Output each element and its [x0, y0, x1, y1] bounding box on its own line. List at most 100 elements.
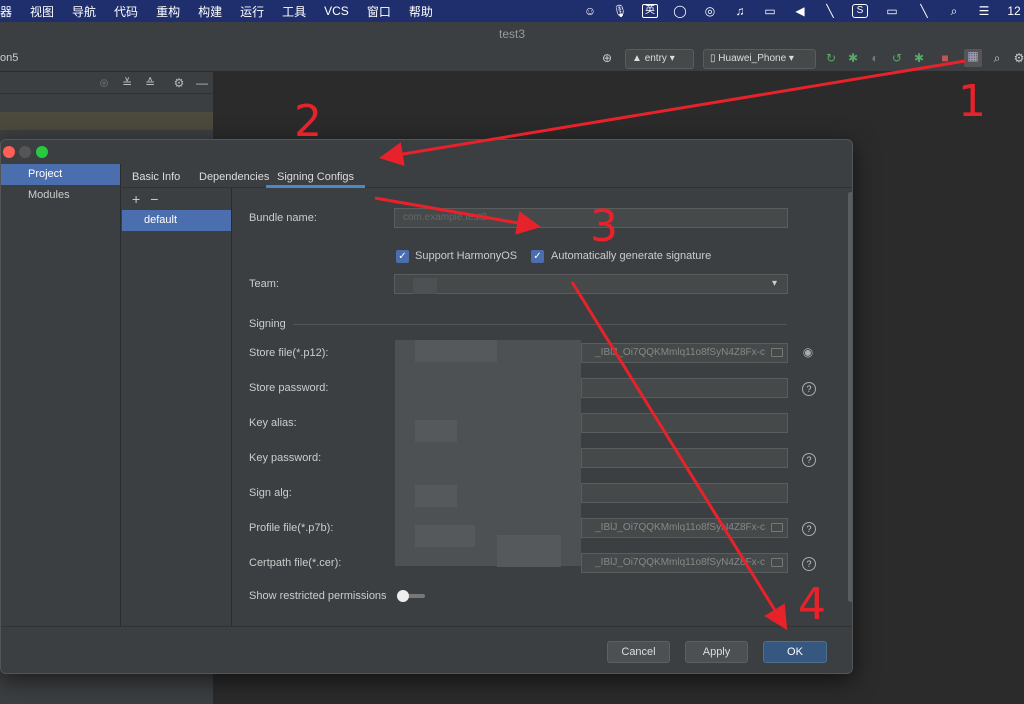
search-icon[interactable]: ⌕ — [990, 51, 1004, 65]
cancel-button[interactable]: Cancel — [607, 641, 670, 663]
menu-item-view[interactable]: 视图 — [21, 3, 63, 20]
apply-button[interactable]: Apply — [685, 641, 748, 663]
team-label: Team: — [249, 278, 279, 290]
menu-item-partial[interactable]: 器 — [0, 3, 21, 20]
input-method-icon[interactable]: 英 — [642, 4, 658, 18]
apply-changes-icon[interactable]: ↺ — [890, 51, 904, 65]
collapse-all-icon[interactable]: ≙ — [143, 76, 157, 90]
battery-icon[interactable]: ▭ — [882, 4, 902, 18]
menu-item-tools[interactable]: 工具 — [273, 3, 315, 20]
menu-item-help[interactable]: 帮助 — [400, 3, 442, 20]
folder-icon[interactable] — [771, 523, 783, 532]
minimize-window-button[interactable] — [19, 146, 31, 158]
close-window-button[interactable] — [3, 146, 15, 158]
debug-icon[interactable]: ✱ — [846, 51, 860, 65]
minimize-icon[interactable]: — — [195, 76, 209, 90]
remove-config-button[interactable]: − — [150, 191, 168, 207]
stop-icon[interactable]: ■ — [938, 51, 952, 65]
folder-icon[interactable] — [771, 348, 783, 357]
ok-button[interactable]: OK — [763, 641, 827, 663]
gear-icon[interactable]: ⚙ — [1012, 51, 1024, 65]
run-icon[interactable]: ↻ — [824, 51, 838, 65]
profile-file-value: _IBlJ_Oi7QQKMmlq11o8fSyN4Z8Fx-c — [595, 522, 765, 533]
attach-icon[interactable]: ◐ — [868, 51, 882, 65]
profile-file-label: Profile file(*.p7b): — [249, 522, 334, 534]
store-file-label: Store file(*.p12): — [249, 347, 329, 359]
spotlight-search-icon[interactable]: ⌕ — [946, 4, 962, 18]
target-icon[interactable]: ⊕ — [600, 51, 614, 65]
store-password-field[interactable] — [581, 378, 788, 398]
nav-item-project[interactable]: Project — [1, 164, 120, 185]
store-file-field[interactable]: _IBlJ_Oi7QQKMmlq11o8fSyN4Z8Fx-c — [581, 343, 788, 363]
window-title-bar: test3 — [0, 22, 1024, 46]
project-name[interactable]: on5 — [0, 52, 18, 64]
show-restricted-toggle[interactable] — [397, 589, 425, 603]
certpath-file-field[interactable]: _IBlJ_Oi7QQKMmlq11o8fSyN4Z8Fx-c — [581, 553, 788, 573]
phone-icon: ▯ — [710, 53, 716, 64]
fingerprint-icon[interactable]: ◉ — [801, 345, 815, 359]
team-dropdown[interactable]: ▾ — [394, 274, 788, 294]
control-center-icon[interactable]: ☰ — [976, 4, 992, 18]
support-harmonyos-checkbox[interactable]: ✓ — [396, 250, 409, 263]
module-combo[interactable]: ▲ entry ▾ — [625, 49, 694, 69]
profile-icon[interactable]: ✱ — [912, 51, 926, 65]
sign-alg-field[interactable] — [581, 483, 788, 503]
signing-divider — [293, 324, 787, 325]
wechat-icon[interactable]: ◎ — [702, 4, 718, 18]
project-structure-icon[interactable]: ▦ — [964, 49, 982, 67]
menu-item-code[interactable]: 代码 — [105, 3, 147, 20]
redacted-block — [415, 525, 475, 547]
profile-file-field[interactable]: _IBlJ_Oi7QQKMmlq11o8fSyN4Z8Fx-c — [581, 518, 788, 538]
annotation-number-1: 1 — [958, 76, 986, 127]
menu-item-window[interactable]: 窗口 — [358, 3, 400, 20]
menu-item-refactor[interactable]: 重构 — [147, 3, 189, 20]
menu-item-navigate[interactable]: 导航 — [63, 3, 105, 20]
dialog-title-bar — [1, 140, 852, 164]
bell-icon[interactable]: ♫ — [732, 4, 748, 18]
volume-icon[interactable]: ◀ — [792, 4, 808, 18]
auto-signature-checkbox[interactable]: ✓ — [531, 250, 544, 263]
microphone-icon[interactable]: 🎙 — [612, 4, 628, 18]
zoom-window-button[interactable] — [36, 146, 48, 158]
help-icon[interactable]: ? — [802, 382, 816, 396]
help-icon[interactable]: ? — [802, 557, 816, 571]
add-config-button[interactable]: + — [132, 191, 150, 207]
menu-item-build[interactable]: 构建 — [189, 3, 231, 20]
redacted-block — [415, 485, 457, 507]
bundle-name-value: com.example.test3 — [403, 212, 487, 223]
key-password-label: Key password: — [249, 452, 322, 464]
menu-item-vcs[interactable]: VCS — [315, 4, 358, 18]
tree-row-selected[interactable] — [0, 112, 213, 130]
device-combo[interactable]: ▯ Huawei_Phone ▾ — [703, 49, 816, 69]
certpath-file-value: _IBlJ_Oi7QQKMmlq11o8fSyN4Z8Fx-c — [595, 557, 765, 568]
menu-item-run[interactable]: 运行 — [231, 3, 273, 20]
tab-dependencies[interactable]: Dependencies — [199, 164, 269, 188]
macos-menubar: 器 视图 导航 代码 重构 构建 运行 工具 VCS 窗口 帮助 ☺ 🎙 英 ◯… — [0, 0, 1024, 22]
nav-item-modules[interactable]: Modules — [1, 185, 120, 206]
help-icon[interactable]: ? — [802, 522, 816, 536]
emoji-icon[interactable]: ☺ — [582, 4, 598, 18]
help-icon[interactable]: ? — [802, 453, 816, 467]
config-item-default[interactable]: default — [122, 210, 231, 231]
annotation-number-2: 2 — [294, 96, 322, 147]
sign-alg-label: Sign alg: — [249, 487, 292, 499]
dialog-button-bar: Cancel Apply OK — [1, 626, 852, 673]
signing-form: Bundle name: com.example.test3 ✓ Support… — [233, 188, 847, 626]
folder-icon[interactable] — [771, 558, 783, 567]
key-password-field[interactable] — [581, 448, 788, 468]
expand-all-icon[interactable]: ≚ — [120, 76, 134, 90]
chat-icon[interactable]: ◯ — [672, 4, 688, 18]
tab-signing-configs[interactable]: Signing Configs — [266, 164, 366, 188]
display-icon[interactable]: ▭ — [762, 4, 778, 18]
gear-icon[interactable]: ⚙ — [172, 76, 186, 90]
auto-signature-label: Automatically generate signature — [551, 250, 712, 262]
tab-basic-info[interactable]: Basic Info — [132, 164, 180, 188]
store-password-label: Store password: — [249, 382, 329, 394]
locate-icon[interactable]: ⊕ — [97, 76, 111, 90]
key-alias-field[interactable] — [581, 413, 788, 433]
wifi-off-icon[interactable]: ╲ — [916, 4, 932, 18]
project-pane-header: ⊕ ≚ ≙ ⚙ — — [0, 72, 213, 94]
app-s-icon[interactable]: S — [852, 4, 868, 18]
form-scrollbar[interactable] — [848, 192, 852, 602]
bluetooth-off-icon[interactable]: ╲ — [822, 4, 838, 18]
